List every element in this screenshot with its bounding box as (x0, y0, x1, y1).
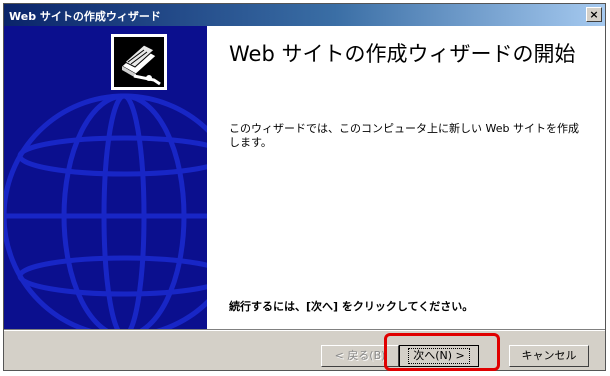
footer-separator (4, 329, 605, 331)
continue-instruction: 続行するには、[次へ] をクリックしてください。 (229, 300, 474, 313)
close-button[interactable]: × (586, 7, 602, 22)
wizard-window: Web サイトの作成ウィザード × Web サイトの作成ウィザードの開始 このウ… (3, 3, 606, 371)
next-button-highlight (384, 333, 500, 371)
cancel-button[interactable]: キャンセル (509, 345, 589, 367)
title-bar: Web サイトの作成ウィザード × (4, 4, 605, 26)
wizard-content: Web サイトの作成ウィザードの開始 このウィザードでは、このコンピュータ上に新… (207, 26, 605, 329)
window-title: Web サイトの作成ウィザード (9, 10, 161, 23)
book-wizard-icon (111, 34, 167, 90)
description-text: このウィザードでは、このコンピュータ上に新しい Web サイトを作成します。 (229, 122, 579, 149)
globe-illustration (4, 34, 207, 329)
page-title: Web サイトの作成ウィザードの開始 (229, 42, 576, 66)
wizard-sidebar (4, 26, 207, 329)
